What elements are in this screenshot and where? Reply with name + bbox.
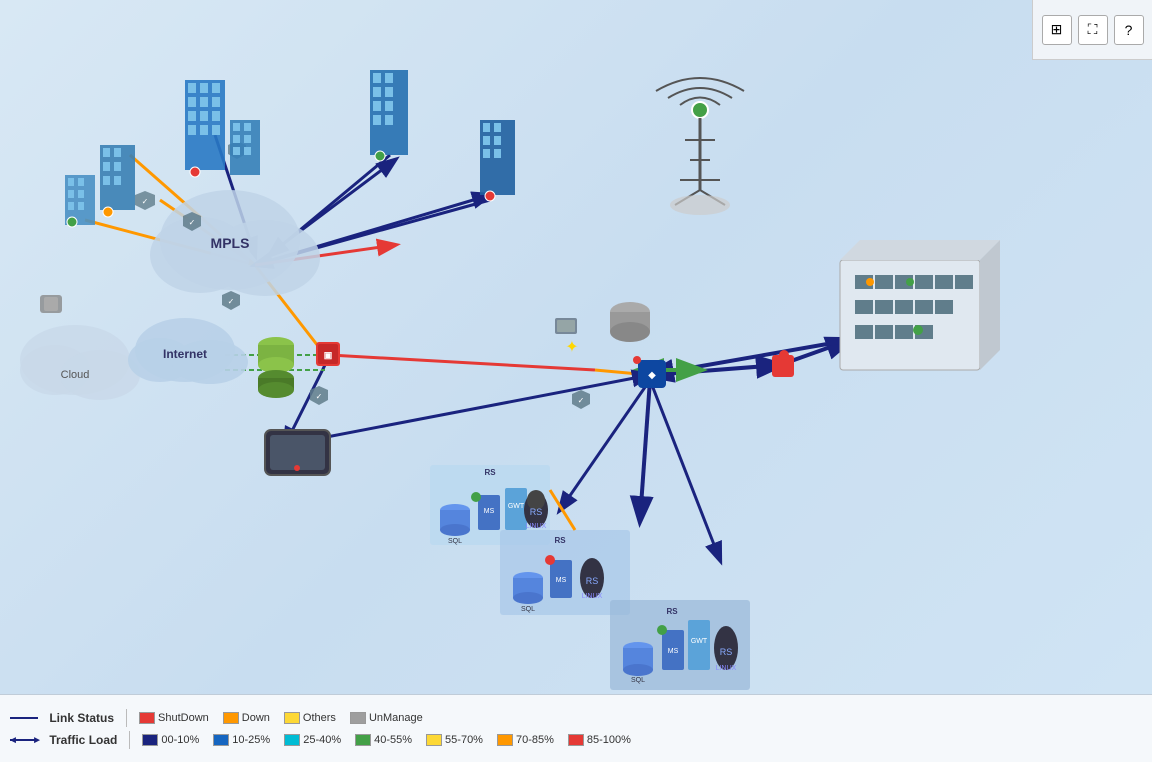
help-button[interactable]: ? xyxy=(1114,15,1144,45)
svg-text:▣: ▣ xyxy=(324,350,333,360)
svg-text:RS: RS xyxy=(530,507,543,517)
t2-color xyxy=(284,734,300,746)
svg-text:RS: RS xyxy=(554,536,566,545)
svg-text:GWT: GWT xyxy=(508,503,525,510)
t6-color xyxy=(568,734,584,746)
unmanage-color xyxy=(350,712,366,724)
t1-color xyxy=(213,734,229,746)
t3-color xyxy=(355,734,371,746)
svg-text:RS: RS xyxy=(484,468,496,477)
expand-button[interactable]: ⛶ xyxy=(1078,15,1108,45)
traffic-arrow: ► ◄ xyxy=(10,739,38,741)
svg-text:✓: ✓ xyxy=(228,297,235,306)
svg-text:MS: MS xyxy=(668,648,679,655)
traffic-0-10: 00-10% xyxy=(142,734,199,746)
svg-text:LINUX: LINUX xyxy=(526,523,547,530)
down-legend: Down xyxy=(223,712,270,724)
shutdown-color xyxy=(139,712,155,724)
traffic-55-70: 55-70% xyxy=(426,734,483,746)
t0-color xyxy=(142,734,158,746)
svg-text:SQL: SQL xyxy=(521,606,535,613)
svg-text:✓: ✓ xyxy=(189,218,196,227)
svg-text:SQL: SQL xyxy=(631,677,645,684)
svg-text:RS: RS xyxy=(586,576,599,586)
legend-bar: Link Status ShutDown Down Others UnManag… xyxy=(0,694,1152,762)
traffic-70-85: 70-85% xyxy=(497,734,554,746)
svg-text:✓: ✓ xyxy=(578,396,585,405)
svg-text:MS: MS xyxy=(556,577,567,584)
traffic-40-55: 40-55% xyxy=(355,734,412,746)
network-canvas: Cloud Internet MPLS xyxy=(0,0,1152,700)
svg-text:Internet: Internet xyxy=(163,347,207,361)
toggle-button[interactable]: ⊞ xyxy=(1042,15,1072,45)
down-color xyxy=(223,712,239,724)
svg-text:SQL: SQL xyxy=(448,538,462,545)
svg-text:RS: RS xyxy=(666,607,678,616)
traffic-85-100: 85-100% xyxy=(568,734,631,746)
shutdown-legend: ShutDown xyxy=(139,712,209,724)
t5-color xyxy=(497,734,513,746)
others-color xyxy=(284,712,300,724)
svg-text:✦: ✦ xyxy=(565,339,578,356)
svg-text:MS: MS xyxy=(484,508,495,515)
link-status-row: Link Status ShutDown Down Others UnManag… xyxy=(10,709,1142,727)
unmanage-legend: UnManage xyxy=(350,712,423,724)
link-status-line xyxy=(10,717,38,719)
traffic-load-row: ► ◄ Traffic Load 00-10% 10-25% 25-40% 40… xyxy=(10,731,1142,749)
svg-text:MPLS: MPLS xyxy=(211,235,250,251)
svg-text:GWT: GWT xyxy=(691,638,708,645)
traffic-10-25: 10-25% xyxy=(213,734,270,746)
traffic-load-label: ► ◄ Traffic Load xyxy=(10,733,117,747)
svg-text:✓: ✓ xyxy=(316,392,323,401)
link-status-label: Link Status xyxy=(10,711,114,725)
svg-text:✓: ✓ xyxy=(142,197,149,206)
others-legend: Others xyxy=(284,712,336,724)
svg-text:RS: RS xyxy=(720,647,733,657)
t4-color xyxy=(426,734,442,746)
svg-text:LINUX: LINUX xyxy=(716,665,737,672)
svg-text:Cloud: Cloud xyxy=(61,369,90,381)
svg-text:LINUX: LINUX xyxy=(582,593,603,600)
svg-text:◆: ◆ xyxy=(648,370,656,381)
traffic-25-40: 25-40% xyxy=(284,734,341,746)
toolbar: ⊞ ⛶ ? xyxy=(1032,0,1152,60)
